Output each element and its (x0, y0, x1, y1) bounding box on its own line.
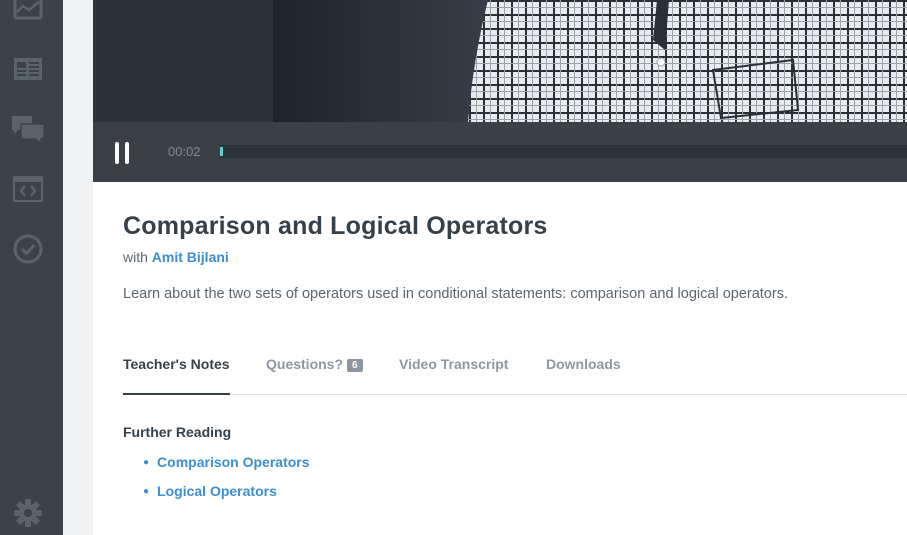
bullet-icon: ● (143, 486, 150, 497)
tab-video-transcript[interactable]: Video Transcript (399, 356, 508, 395)
tab-downloads[interactable]: Downloads (546, 356, 621, 395)
video-player[interactable]: 00:02 (93, 0, 907, 182)
logical-operators-link[interactable]: Logical Operators (157, 483, 277, 499)
with-label: with (123, 249, 148, 265)
gear-icon[interactable] (12, 497, 44, 529)
map-icon[interactable] (12, 0, 44, 24)
list-item: ● Logical Operators (143, 483, 310, 499)
tab-teachers-notes[interactable]: Teacher's Notes (123, 356, 230, 395)
pause-button[interactable] (113, 142, 133, 164)
tab-questions[interactable]: Questions? 6 (266, 356, 363, 395)
tab-bar: Teacher's Notes Questions? 6 Video Transc… (123, 354, 907, 395)
check-circle-icon[interactable] (12, 233, 44, 265)
page-title: Comparison and Logical Operators (123, 212, 548, 240)
progress-fill (220, 147, 223, 156)
further-reading-heading: Further Reading (123, 424, 232, 440)
instructor-line: with Amit Bijlani (123, 249, 229, 265)
comparison-operators-link[interactable]: Comparison Operators (157, 454, 309, 470)
video-description: Learn about the two sets of operators us… (123, 286, 788, 302)
player-controls: 00:02 (93, 122, 907, 182)
progress-bar[interactable] (220, 145, 907, 158)
video-backdrop (93, 0, 273, 122)
code-window-icon[interactable] (12, 173, 44, 205)
pause-icon (115, 142, 119, 164)
sidebar-gutter (63, 0, 93, 535)
elapsed-time: 00:02 (168, 144, 201, 159)
questions-count-badge: 6 (347, 359, 363, 372)
instructor-link[interactable]: Amit Bijlani (152, 249, 229, 265)
book-icon[interactable] (12, 53, 44, 85)
further-reading-list: ● Comparison Operators ● Logical Operators (143, 454, 310, 512)
video-frame[interactable] (273, 0, 907, 122)
sidebar (0, 0, 63, 535)
chat-icon[interactable] (12, 113, 44, 145)
page: 00:02 Comparison and Logical Operators w… (0, 0, 907, 535)
list-item: ● Comparison Operators (143, 454, 310, 470)
bullet-icon: ● (143, 457, 150, 468)
